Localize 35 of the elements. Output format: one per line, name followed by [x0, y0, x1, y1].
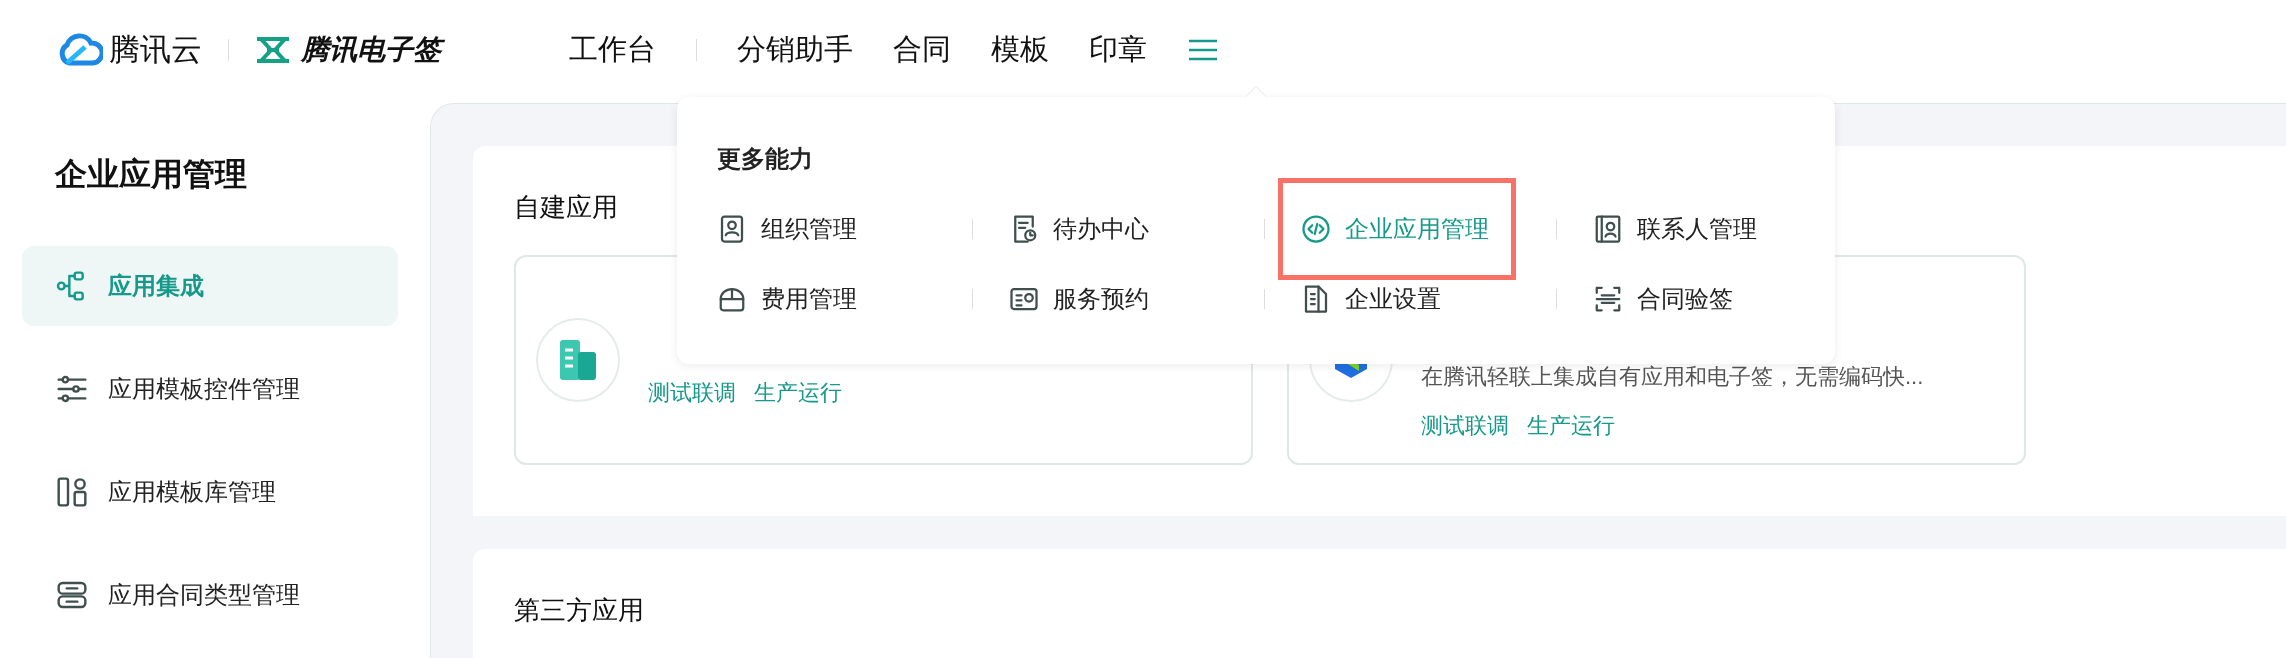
nav-tab[interactable]: 模板	[991, 28, 1049, 72]
card-link[interactable]: 生产运行	[1527, 409, 1615, 442]
stack-icon	[56, 579, 88, 611]
card-description: 在腾讯轻联上集成自有应用和电子签，无需编码快...	[1421, 363, 1924, 391]
scan-icon	[1593, 284, 1623, 314]
menu-item[interactable]: 企业应用管理	[1283, 183, 1511, 275]
layout-icon	[56, 476, 88, 508]
nav-tab[interactable]: 印章	[1089, 28, 1147, 72]
building-icon	[560, 340, 596, 380]
section-title: 第三方应用	[514, 594, 645, 627]
nav-tab[interactable]: 合同	[893, 28, 951, 72]
nav-tab[interactable]: 分销助手	[737, 28, 853, 72]
menu-title: 更多能力	[717, 144, 814, 174]
contact-book-icon	[1593, 214, 1623, 244]
section-title: 自建应用	[514, 191, 619, 224]
card-link[interactable]: 测试联调	[1421, 409, 1509, 442]
sidebar-item[interactable]: 应用模板控件管理	[22, 349, 398, 429]
menu-item[interactable]: 联系人管理	[1593, 203, 1757, 255]
sidebar-item[interactable]: 应用模板库管理	[22, 452, 398, 532]
card-link[interactable]: 测试联调	[648, 375, 736, 409]
menu-item[interactable]: 企业设置	[1301, 273, 1441, 325]
menu-item[interactable]: 服务预约	[1009, 273, 1149, 325]
sliders-icon	[56, 373, 88, 405]
product-logo-icon	[255, 36, 291, 64]
code-icon	[1301, 214, 1331, 244]
menu-item[interactable]: 组织管理	[717, 203, 857, 255]
menu-item[interactable]: 合同验签	[1593, 273, 1733, 325]
menu-item[interactable]: 待办中心	[1009, 203, 1149, 255]
menu-item[interactable]: 费用管理	[717, 273, 857, 325]
brand-logo-text: 腾讯云	[109, 30, 202, 69]
sidebar-item[interactable]: 应用合同类型管理	[22, 555, 398, 635]
menu-button[interactable]	[1187, 38, 1219, 62]
nav-tab[interactable]: 工作台	[569, 28, 656, 72]
card-link[interactable]: 生产运行	[754, 375, 842, 409]
sidebar-title: 企业应用管理	[54, 155, 248, 194]
